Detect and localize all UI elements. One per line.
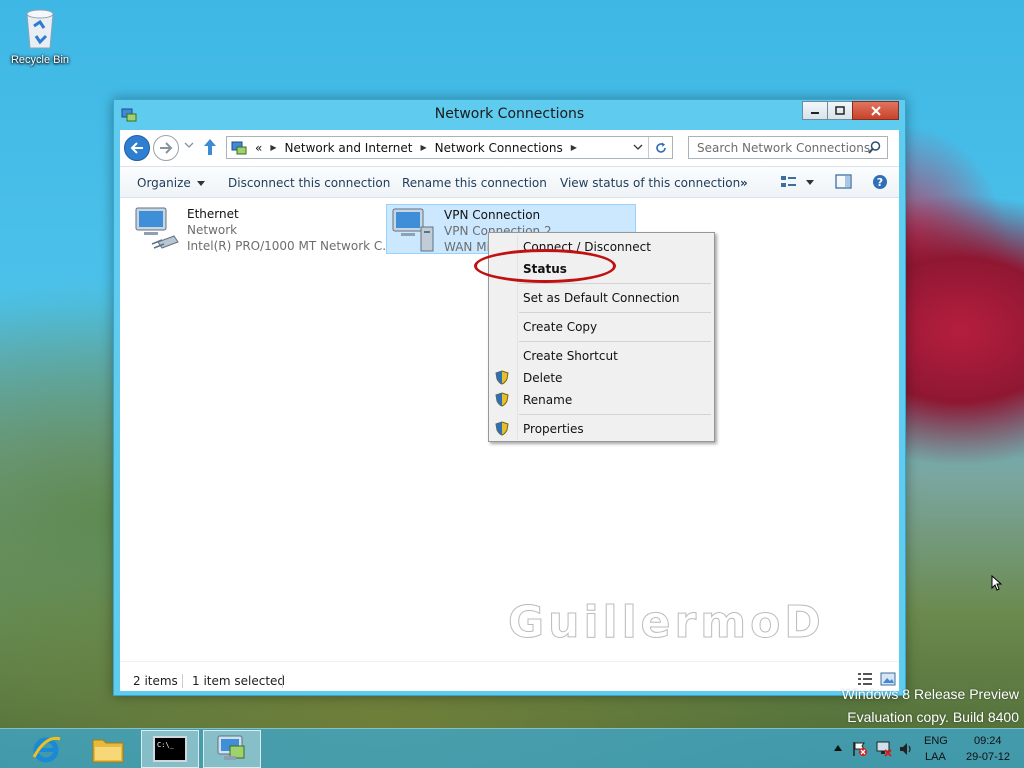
- system-tray: ENG LAA 09:24 29-07-12: [794, 729, 1024, 768]
- menu-separator: [519, 283, 711, 284]
- minimize-icon: [811, 111, 819, 114]
- internet-explorer-icon: [32, 736, 61, 763]
- address-bar[interactable]: « ▶ Network and Internet ▶ Network Conne…: [226, 136, 673, 159]
- mouse-cursor-icon: [991, 575, 1003, 591]
- clock-date[interactable]: 29-07-12: [966, 751, 1010, 763]
- network-folder-icon: [231, 141, 247, 154]
- status-divider: [182, 674, 183, 688]
- change-view-icon[interactable]: [780, 174, 798, 190]
- details-view-icon[interactable]: [857, 672, 873, 686]
- connection-status: Network: [187, 223, 238, 237]
- close-button[interactable]: [852, 101, 899, 120]
- status-divider: [282, 674, 283, 688]
- rename-button[interactable]: Rename this connection: [402, 176, 547, 190]
- large-icons-view-icon[interactable]: [880, 672, 896, 686]
- menu-item-create-copy[interactable]: Create Copy: [523, 320, 597, 334]
- recycle-bin-icon: [26, 9, 54, 49]
- help-icon[interactable]: ?: [872, 174, 888, 190]
- search-placeholder: Search Network Connections: [697, 141, 871, 155]
- arrow-right-icon: [160, 142, 173, 154]
- recycle-bin-label: Recycle Bin: [10, 54, 70, 66]
- view-status-button[interactable]: View status of this connection: [560, 176, 740, 190]
- breadcrumb-network-connections[interactable]: Network Connections: [435, 141, 563, 155]
- breadcrumb-separator-icon[interactable]: ▶: [571, 143, 577, 152]
- up-arrow-icon[interactable]: [202, 138, 218, 156]
- watermark-overlay-text: GuillermoD: [508, 597, 825, 649]
- menu-separator: [519, 341, 711, 342]
- ethernet-adapter-icon: [135, 207, 179, 249]
- menu-item-rename[interactable]: Rename: [523, 393, 572, 407]
- command-bar: Organize Disconnect this connection Rena…: [120, 166, 899, 198]
- menu-item-create-shortcut[interactable]: Create Shortcut: [523, 349, 618, 363]
- taskbar-file-explorer[interactable]: [79, 730, 137, 768]
- breadcrumb-separator-icon[interactable]: ▶: [270, 143, 276, 152]
- back-button[interactable]: [124, 135, 150, 161]
- connection-item-ethernet[interactable]: Ethernet Network Intel(R) PRO/1000 MT Ne…: [130, 204, 394, 254]
- search-input[interactable]: Search Network Connections: [688, 136, 888, 159]
- taskbar-internet-explorer[interactable]: [17, 730, 75, 768]
- recent-locations-dropdown[interactable]: [184, 141, 194, 149]
- show-hidden-icons-icon[interactable]: [834, 745, 842, 751]
- os-watermark-line2: Evaluation copy. Build 8400: [847, 709, 1019, 725]
- organize-menu[interactable]: Organize: [137, 176, 205, 190]
- uac-shield-icon: [495, 421, 509, 436]
- close-icon: [870, 105, 881, 116]
- search-icon[interactable]: [868, 141, 881, 154]
- view-options-dropdown[interactable]: [805, 179, 815, 186]
- command-prompt-icon: C:\_: [153, 736, 187, 762]
- clock-time[interactable]: 09:24: [974, 735, 1002, 747]
- forward-button[interactable]: [153, 135, 179, 161]
- maximize-icon: [835, 106, 845, 115]
- os-watermark-line1: Windows 8 Release Preview: [841, 686, 1019, 702]
- volume-icon[interactable]: [898, 741, 914, 757]
- uac-shield-icon: [495, 370, 509, 385]
- menu-item-properties[interactable]: Properties: [523, 422, 584, 436]
- window-title: Network Connections: [434, 106, 585, 122]
- item-count: 2 items: [133, 674, 178, 688]
- taskbar-network-connections[interactable]: [203, 730, 261, 768]
- title-bar[interactable]: Network Connections: [114, 100, 905, 130]
- taskbar: C:\_ ENG LAA 09:24 29-07-12: [0, 728, 1024, 768]
- more-commands-button[interactable]: »: [740, 176, 748, 190]
- status-highlight-annotation: [474, 249, 616, 283]
- vpn-connection-icon: [392, 208, 434, 252]
- status-bar: 2 items 1 item selected: [120, 661, 899, 691]
- refresh-icon: [655, 142, 666, 153]
- connection-device: Intel(R) PRO/1000 MT Network C...: [187, 239, 394, 253]
- network-status-icon[interactable]: [876, 741, 892, 757]
- svg-text:?: ?: [877, 176, 883, 189]
- menu-separator: [519, 312, 711, 313]
- recycle-bin-shortcut[interactable]: Recycle Bin: [4, 6, 76, 66]
- selection-count: 1 item selected: [192, 674, 286, 688]
- uac-shield-icon: [495, 392, 509, 407]
- breadcrumb-separator-icon[interactable]: ▶: [420, 143, 426, 152]
- input-language[interactable]: ENG: [924, 735, 948, 747]
- menu-item-set-default[interactable]: Set as Default Connection: [523, 291, 680, 305]
- address-history-dropdown[interactable]: [630, 137, 646, 158]
- connection-name: VPN Connection: [444, 208, 541, 222]
- menu-item-delete[interactable]: Delete: [523, 371, 562, 385]
- menu-separator: [519, 414, 711, 415]
- disconnect-button[interactable]: Disconnect this connection: [228, 176, 390, 190]
- maximize-button[interactable]: [827, 101, 853, 120]
- arrow-left-icon: [130, 142, 143, 154]
- taskbar-command-prompt[interactable]: C:\_: [141, 730, 199, 768]
- breadcrumb-overflow[interactable]: «: [255, 141, 262, 155]
- preview-pane-icon[interactable]: [835, 174, 853, 190]
- chevron-down-icon: [633, 144, 643, 150]
- network-connections-icon: [217, 735, 245, 760]
- refresh-button[interactable]: [648, 137, 672, 158]
- input-language-layout[interactable]: LAA: [925, 751, 946, 763]
- folder-icon: [92, 739, 124, 763]
- svg-text:C:\_: C:\_: [157, 741, 175, 749]
- connection-name: Ethernet: [187, 207, 239, 221]
- minimize-button[interactable]: [802, 101, 828, 120]
- navigation-bar: « ▶ Network and Internet ▶ Network Conne…: [120, 130, 899, 166]
- connection-device: WAN Mi: [444, 240, 490, 254]
- breadcrumb-network-and-internet[interactable]: Network and Internet: [285, 141, 413, 155]
- action-center-flag-icon[interactable]: [852, 741, 868, 757]
